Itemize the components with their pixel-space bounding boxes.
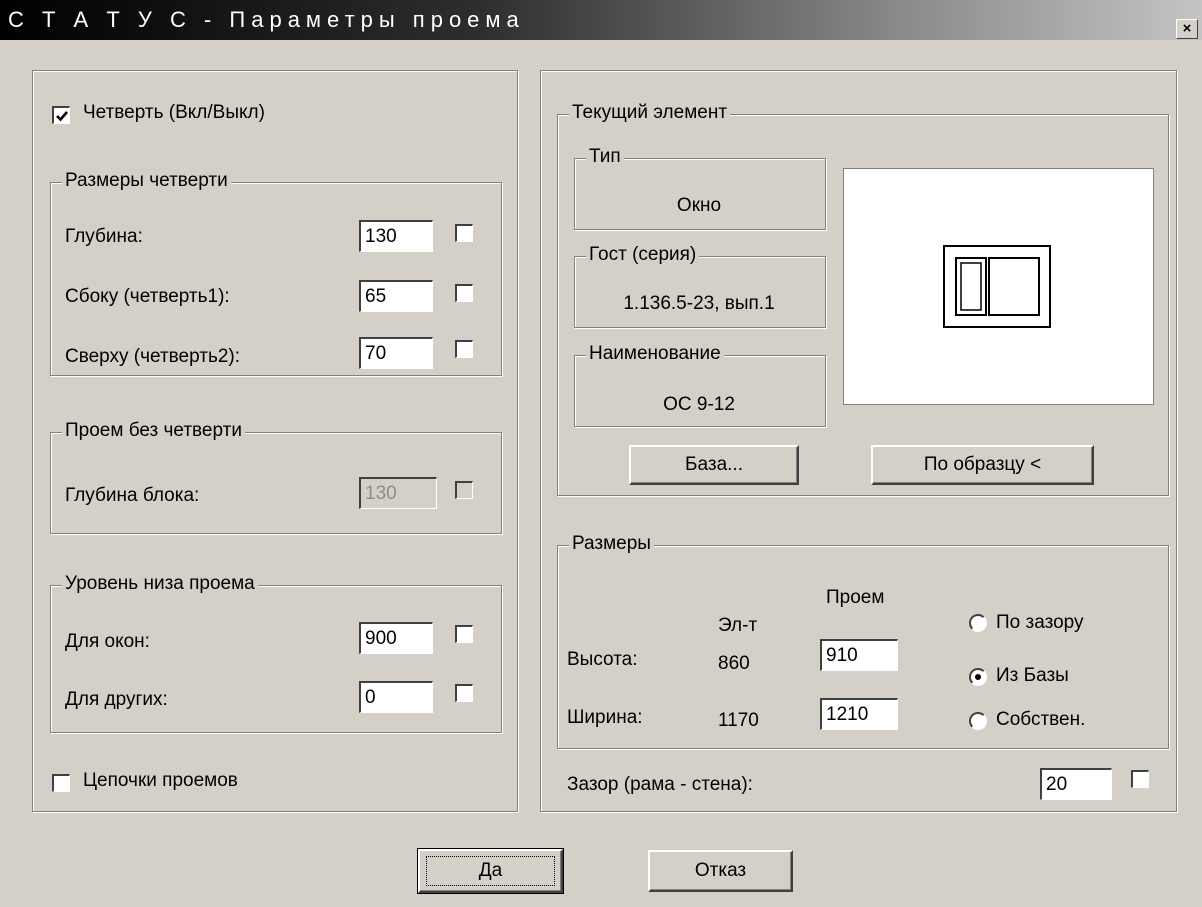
top-field[interactable]: 70 bbox=[359, 337, 433, 369]
gap-field[interactable]: 20 bbox=[1040, 768, 1112, 800]
name-legend: Наименование bbox=[586, 343, 724, 365]
quarter-sizes-legend: Размеры четверти bbox=[62, 170, 231, 192]
width-label: Ширина: bbox=[567, 707, 643, 728]
col-opening-header: Проем bbox=[826, 587, 885, 608]
sizes-legend: Размеры bbox=[569, 533, 654, 555]
cancel-button[interactable]: Отказ bbox=[648, 850, 793, 892]
windows-level-checkbox[interactable] bbox=[455, 625, 473, 643]
gap-label: Зазор (рама - стена): bbox=[567, 774, 753, 795]
gap-checkbox[interactable] bbox=[1131, 770, 1149, 788]
width-element-value: 1170 bbox=[718, 710, 759, 731]
ok-button[interactable]: Да bbox=[417, 848, 564, 894]
type-legend: Тип bbox=[586, 146, 624, 168]
side-field[interactable]: 65 bbox=[359, 280, 433, 312]
height-label: Высота: bbox=[567, 649, 638, 670]
width-opening-field[interactable]: 1210 bbox=[820, 698, 898, 730]
windows-level-field[interactable]: 900 bbox=[359, 622, 433, 654]
gost-legend: Гост (серия) bbox=[586, 244, 700, 266]
depth-field[interactable]: 130 bbox=[359, 220, 433, 252]
close-button[interactable]: × bbox=[1176, 19, 1198, 39]
window-preview-icon bbox=[943, 245, 1051, 328]
side-label: Сбоку (четверть1): bbox=[65, 286, 230, 307]
chains-checkbox[interactable] bbox=[52, 774, 70, 792]
block-depth-checkbox[interactable] bbox=[455, 481, 473, 499]
height-opening-field[interactable]: 910 bbox=[820, 639, 898, 671]
block-depth-label: Глубина блока: bbox=[65, 485, 200, 506]
col-element-header: Эл-т bbox=[718, 615, 758, 636]
quarter-toggle-checkbox[interactable] bbox=[52, 106, 70, 124]
quarter-toggle-label: Четверть (Вкл/Выкл) bbox=[83, 102, 265, 123]
by-sample-button[interactable]: По образцу < bbox=[871, 445, 1094, 485]
others-level-checkbox[interactable] bbox=[455, 684, 473, 702]
radio-by-gap-label: По зазору bbox=[996, 612, 1084, 633]
title-bar: С Т А Т У С - Параметры проема × bbox=[0, 0, 1202, 40]
window-title: С Т А Т У С - Параметры проема bbox=[8, 7, 525, 32]
depth-label: Глубина: bbox=[65, 226, 143, 247]
no-quarter-legend: Проем без четверти bbox=[62, 420, 245, 442]
side-checkbox[interactable] bbox=[455, 284, 473, 302]
base-button[interactable]: База... bbox=[629, 445, 799, 485]
current-element-legend: Текущий элемент bbox=[569, 102, 731, 124]
chains-label: Цепочки проемов bbox=[83, 770, 238, 791]
radio-by-gap[interactable] bbox=[969, 614, 987, 632]
height-element-value: 860 bbox=[718, 653, 750, 674]
radio-own-label: Собствен. bbox=[996, 709, 1086, 730]
gost-value: 1.136.5-23, вып.1 bbox=[623, 293, 775, 314]
others-level-label: Для других: bbox=[65, 689, 168, 710]
radio-own[interactable] bbox=[969, 712, 987, 730]
top-checkbox[interactable] bbox=[455, 340, 473, 358]
others-level-field[interactable]: 0 bbox=[359, 681, 433, 713]
ok-button-label: Да bbox=[478, 860, 503, 881]
top-label: Сверху (четверть2): bbox=[65, 346, 241, 367]
radio-from-base[interactable] bbox=[969, 668, 987, 686]
bottom-level-legend: Уровень низа проема bbox=[62, 573, 258, 595]
type-value: Окно bbox=[676, 195, 722, 216]
radio-from-base-label: Из Базы bbox=[996, 665, 1069, 686]
element-preview bbox=[843, 168, 1154, 405]
block-depth-field[interactable]: 130 bbox=[359, 477, 437, 509]
windows-level-label: Для окон: bbox=[65, 631, 150, 652]
radio-selected-dot bbox=[975, 674, 981, 680]
checkmark-icon bbox=[56, 111, 68, 122]
depth-checkbox[interactable] bbox=[455, 224, 473, 242]
name-value: ОС 9-12 bbox=[663, 394, 735, 415]
